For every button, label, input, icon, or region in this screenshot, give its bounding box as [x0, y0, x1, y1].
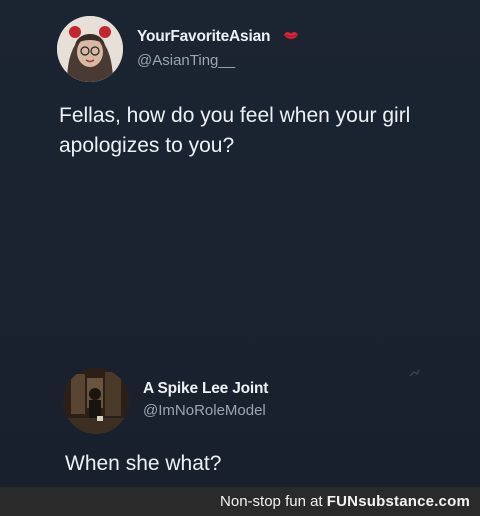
- tweet-text: Fellas, how do you feel when your girl a…: [59, 104, 411, 157]
- avatar[interactable]: [57, 16, 123, 82]
- watermark-brand: FUNsubstance.com: [326, 493, 470, 510]
- screenshot-frame: YourFavoriteAsian @AsianTing__ Fellas, h…: [0, 0, 480, 516]
- tweet-text: When she what?: [65, 452, 222, 475]
- lips-icon: [284, 32, 298, 39]
- handle[interactable]: @ImNoRoleModel: [143, 402, 266, 419]
- avatar-image: [57, 16, 123, 82]
- watermark[interactable]: Non-stop fun at FUNsubstance.com: [220, 493, 470, 510]
- artifact-mark: [409, 369, 420, 377]
- avatar[interactable]: [63, 368, 129, 434]
- watermark-bar: Non-stop fun at FUNsubstance.com: [0, 487, 480, 516]
- display-name[interactable]: A Spike Lee Joint: [143, 380, 268, 398]
- handle[interactable]: @AsianTing__: [137, 52, 235, 69]
- avatar-image: [63, 368, 129, 434]
- display-name[interactable]: YourFavoriteAsian: [137, 28, 270, 46]
- watermark-tagline: Non-stop fun at: [220, 493, 323, 510]
